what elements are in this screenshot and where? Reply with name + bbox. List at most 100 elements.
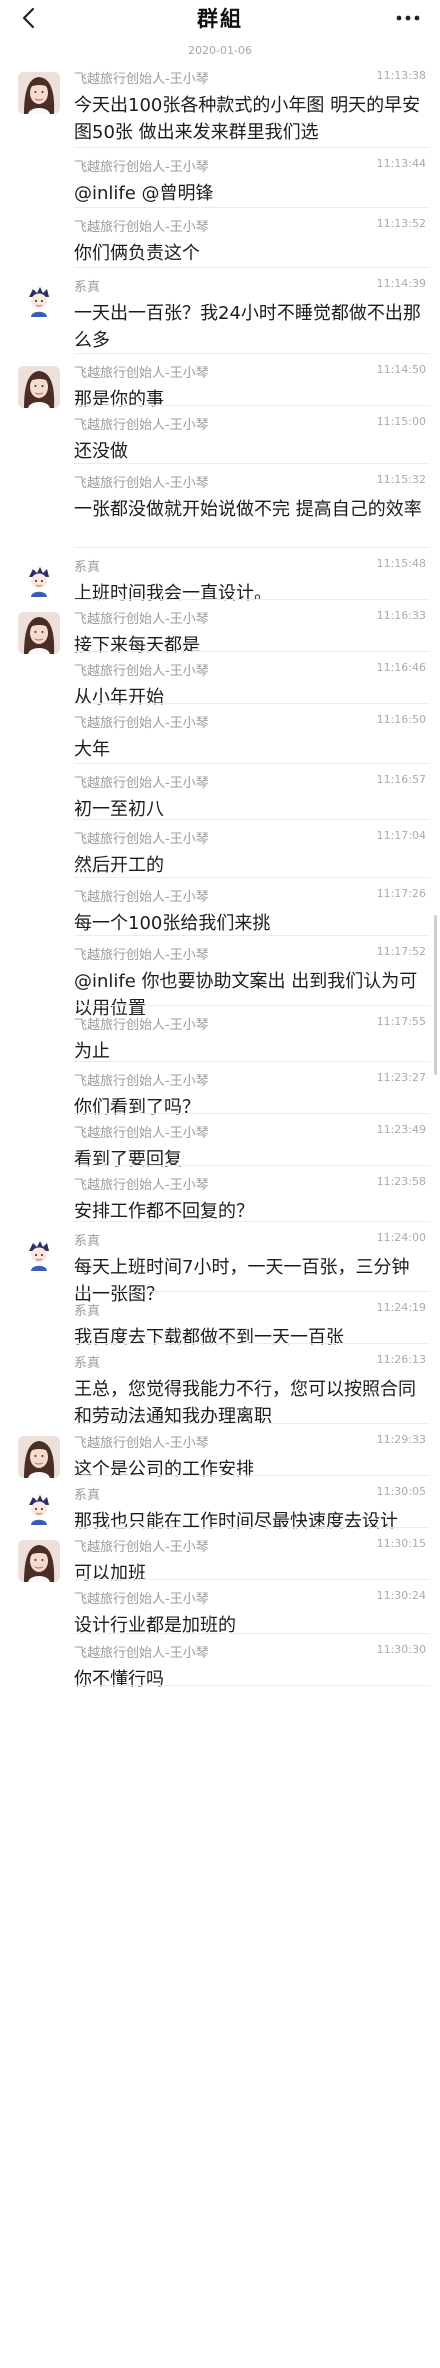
message-item[interactable]: 飞越旅行创始人-王小琴 11:17:55 为止	[0, 1006, 440, 1062]
message-item[interactable]: 飞越旅行创始人-王小琴 11:16:46 从小年开始	[0, 652, 440, 708]
top-bar: 群組	[0, 0, 440, 36]
message-sender: 系真	[74, 1356, 101, 1371]
message-text: 王总，您觉得我能力不行，您可以按照合同和劳动法通知我办理离职	[74, 1379, 416, 1427]
message-sender: 飞越旅行创始人-王小琴	[74, 832, 209, 847]
message-sender: 飞越旅行创始人-王小琴	[74, 1178, 209, 1193]
avatar-xizhen[interactable]	[18, 1234, 60, 1276]
message-text: 每一个100张给我们来挑	[74, 913, 271, 934]
message-item[interactable]: 飞越旅行创始人-王小琴 11:30:24 设计行业都是加班的	[0, 1580, 440, 1636]
message-item[interactable]: 飞越旅行创始人-王小琴 11:30:30 你不懂行吗	[0, 1634, 440, 1690]
message-time: 11:17:52	[376, 945, 426, 958]
message-item[interactable]: 系真 11:15:48 上班时间我会一直设计。	[0, 548, 440, 604]
message-text: 还没做	[74, 441, 128, 462]
cartoon-person-icon	[18, 280, 60, 322]
message-item[interactable]: 系真 11:26:13 王总，您觉得我能力不行，您可以按照合同和劳动法通知我办理离职	[0, 1344, 440, 1427]
message-sender: 飞越旅行创始人-王小琴	[74, 72, 209, 87]
message-time: 11:17:04	[376, 829, 426, 842]
message-item[interactable]: 飞越旅行创始人-王小琴 11:30:15 可以加班	[0, 1528, 440, 1584]
message-item[interactable]: 系真 11:30:05 那我也只能在工作时间尽最快速度去设计	[0, 1476, 440, 1532]
message-sender: 飞越旅行创始人-王小琴	[74, 160, 209, 175]
message-time: 11:17:26	[376, 887, 426, 900]
message-item[interactable]: 飞越旅行创始人-王小琴 11:13:44 @inlife @曾明锋	[0, 148, 440, 208]
message-item[interactable]: 飞越旅行创始人-王小琴 11:14:50 那是你的事	[0, 354, 440, 410]
message-item[interactable]: 飞越旅行创始人-王小琴 11:15:32 一张都没做就开始说做不完 提高自己的效率	[0, 464, 440, 548]
message-text: 你们俩负责这个	[74, 243, 200, 264]
message-sender: 飞越旅行创始人-王小琴	[74, 1436, 209, 1451]
message-time: 11:16:33	[376, 609, 426, 622]
message-time: 11:15:48	[376, 557, 426, 570]
message-text: 一天出一百张？我24小时不睡觉都做不出那么多	[74, 303, 421, 351]
message-time: 11:13:38	[376, 69, 426, 82]
message-item[interactable]: 系真 11:24:19 我百度去下载都做不到一天一百张	[0, 1292, 440, 1348]
message-text: 你不懂行吗	[74, 1669, 164, 1690]
message-sender: 飞越旅行创始人-王小琴	[74, 716, 209, 731]
message-item[interactable]: 飞越旅行创始人-王小琴 11:23:49 看到了要回复	[0, 1114, 440, 1170]
message-sender: 飞越旅行创始人-王小琴	[74, 890, 209, 905]
avatar-xizhen[interactable]	[18, 1488, 60, 1530]
avatar-wang-xiaoqin[interactable]	[18, 366, 60, 408]
message-time: 11:24:19	[376, 1301, 426, 1314]
message-text: 一张都没做就开始说做不完 提高自己的效率	[74, 499, 422, 520]
message-item[interactable]: 飞越旅行创始人-王小琴 11:29:33 这个是公司的工作安排	[0, 1424, 440, 1480]
message-time: 11:15:00	[376, 415, 426, 428]
message-time: 11:23:27	[376, 1071, 426, 1084]
message-sender: 飞越旅行创始人-王小琴	[74, 1126, 209, 1141]
message-sender: 系真	[74, 1234, 101, 1249]
message-sender: 飞越旅行创始人-王小琴	[74, 476, 209, 491]
avatar-wang-xiaoqin[interactable]	[18, 1436, 60, 1478]
message-sender: 飞越旅行创始人-王小琴	[74, 220, 209, 235]
cartoon-person-icon	[18, 560, 60, 602]
message-time: 11:24:00	[376, 1231, 426, 1244]
message-time: 11:29:33	[376, 1433, 426, 1446]
message-item[interactable]: 飞越旅行创始人-王小琴 11:17:04 然后开工的	[0, 820, 440, 878]
person-photo-icon	[18, 1436, 60, 1478]
message-sender: 飞越旅行创始人-王小琴	[74, 612, 209, 627]
avatar-xizhen[interactable]	[18, 560, 60, 602]
person-photo-icon	[18, 366, 60, 408]
message-time: 11:16:46	[376, 661, 426, 674]
message-time: 11:23:58	[376, 1175, 426, 1188]
more-icon	[396, 15, 420, 21]
message-text: 今天出100张各种款式的小年图 明天的早安图50张 做出来发来群里我们选	[74, 95, 421, 143]
page-title: 群組	[197, 7, 243, 31]
more-options-button[interactable]	[390, 4, 426, 32]
message-item[interactable]: 飞越旅行创始人-王小琴 11:16:33 接下来每天都是	[0, 600, 440, 656]
avatar-wang-xiaoqin[interactable]	[18, 612, 60, 654]
message-list[interactable]: 飞越旅行创始人-王小琴 11:13:38 今天出100张各种款式的小年图 明天的早安…	[0, 60, 440, 1690]
message-item[interactable]: 系真 11:14:39 一天出一百张？我24小时不睡觉都做不出那么多	[0, 268, 440, 354]
message-item[interactable]: 飞越旅行创始人-王小琴 11:17:52 @inlife 你也要协助文案出 出到我们…	[0, 936, 440, 1019]
message-time: 11:30:15	[376, 1537, 426, 1550]
cartoon-person-icon	[18, 1234, 60, 1276]
message-item[interactable]: 飞越旅行创始人-王小琴 11:17:26 每一个100张给我们来挑	[0, 878, 440, 936]
avatar-wang-xiaoqin[interactable]	[18, 72, 60, 114]
message-time: 11:23:49	[376, 1123, 426, 1136]
message-item[interactable]: 系真 11:24:00 每天上班时间7小时，一天一百张，三分钟出一张图？	[0, 1222, 440, 1305]
message-sender: 飞越旅行创始人-王小琴	[74, 366, 209, 381]
message-item[interactable]: 飞越旅行创始人-王小琴 11:23:58 安排工作都不回复的？	[0, 1166, 440, 1222]
date-separator: 2020-01-06	[188, 44, 252, 57]
message-time: 11:30:05	[376, 1485, 426, 1498]
message-time: 11:30:30	[376, 1643, 426, 1656]
message-time: 11:17:55	[376, 1015, 426, 1028]
message-text: 然后开工的	[74, 855, 164, 876]
back-button[interactable]	[14, 4, 42, 32]
message-sender: 飞越旅行创始人-王小琴	[74, 776, 209, 791]
message-sender: 飞越旅行创始人-王小琴	[74, 1646, 209, 1661]
message-time: 11:16:57	[376, 773, 426, 786]
avatar-wang-xiaoqin[interactable]	[18, 1540, 60, 1582]
scrollbar[interactable]	[434, 915, 437, 1075]
message-sender: 飞越旅行创始人-王小琴	[74, 1540, 209, 1555]
message-item[interactable]: 飞越旅行创始人-王小琴 11:16:57 初一至初八	[0, 764, 440, 820]
message-sender: 飞越旅行创始人-王小琴	[74, 1592, 209, 1607]
message-sender: 系真	[74, 1488, 101, 1503]
message-item[interactable]: 飞越旅行创始人-王小琴 11:23:27 你们看到了吗？	[0, 1062, 440, 1118]
message-item[interactable]: 飞越旅行创始人-王小琴 11:13:52 你们俩负责这个	[0, 208, 440, 268]
message-sender: 飞越旅行创始人-王小琴	[74, 664, 209, 679]
message-time: 11:14:39	[376, 277, 426, 290]
message-item[interactable]: 飞越旅行创始人-王小琴 11:15:00 还没做	[0, 406, 440, 464]
message-item[interactable]: 飞越旅行创始人-王小琴 11:16:50 大年	[0, 704, 440, 764]
person-photo-icon	[18, 72, 60, 114]
message-item[interactable]: 飞越旅行创始人-王小琴 11:13:38 今天出100张各种款式的小年图 明天的早安…	[0, 60, 440, 148]
message-time: 11:16:50	[376, 713, 426, 726]
avatar-xizhen[interactable]	[18, 280, 60, 322]
